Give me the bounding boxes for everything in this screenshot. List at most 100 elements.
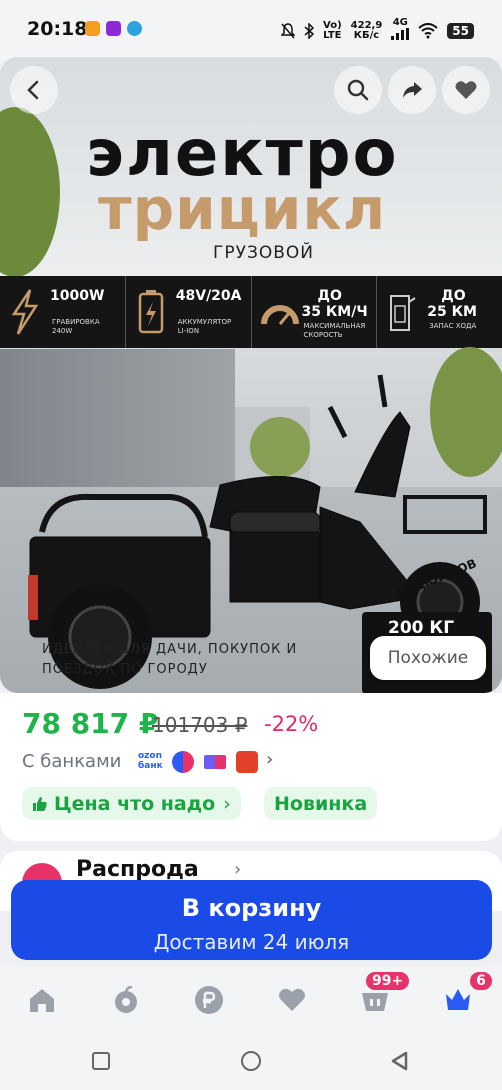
caption-line2: ПОЕЗДОК ПО ГОРОДУ [42,662,208,677]
chevron-right-icon: › [234,859,242,880]
spec-speed-label-2: СКОРОСТЬ [303,331,343,339]
fuel-icon [390,295,416,331]
similar-button[interactable]: Похожие [370,636,486,680]
bottom-nav: 99+ 6 [0,966,502,1036]
nav-favorites[interactable] [276,984,308,1016]
spec-range-label-1: ЗАПАС ХОДА [429,322,477,330]
speed-unit: КБ/с [353,29,380,41]
nav-fresh[interactable] [110,984,142,1016]
spec-speed-value: ДО 35 КМ/Ч [302,288,368,320]
wifi-icon [418,22,438,38]
home-system-button[interactable] [241,1051,261,1071]
spec-speed-amount: 35 КМ/Ч [301,304,368,320]
share-icon [403,82,422,98]
promo-title: Распрода [76,857,199,882]
search-button[interactable] [334,66,382,114]
nav-finance[interactable] [193,984,225,1016]
signal-icon [391,28,410,40]
back-system-icon[interactable] [390,1051,408,1071]
product-title-line2: трицикл [98,175,387,243]
spec-range-prefix: ДО [441,288,466,304]
lightning-icon [11,289,39,335]
spec-range: ДО 25 КМ ЗАПАС ХОДА [377,276,502,348]
signal-gen: 4G [392,17,408,28]
bank-logo-2-icon [204,755,226,769]
spec-speed: ДО 35 КМ/Ч МАКСИМАЛЬНАЯ СКОРОСТЬ [252,276,378,348]
network-type: Vo) LTE [323,19,342,41]
chevron-left-icon [27,80,39,100]
chevron-right-icon: › [223,792,231,815]
spec-battery-label-2: LI-ION [177,327,200,335]
thumbs-up-icon [33,796,47,811]
product-subtitle: ГРУЗОВОЙ [213,243,315,263]
heart-icon [279,988,305,1011]
favorite-button[interactable] [442,66,490,114]
banks-label[interactable]: С банками [22,751,121,772]
network-speed: 422,9 КБ/с [350,19,383,41]
spec-power: 1000W ГРАВИРОВКА 240W [0,276,126,348]
old-price: 101703 ₽ [152,713,248,737]
spec-power-value: 1000W [50,288,105,304]
spec-power-label-2: 240W [52,327,73,335]
spec-battery-label-1: АККУМУЛЯТОР [177,318,232,326]
chevron-right-icon[interactable]: › [266,749,273,770]
app-notification-icon [85,21,100,36]
spec-battery: 48V/20A АККУМУЛЯТОР LI-ION [126,276,252,348]
product-image[interactable]: электро трицикл ГРУЗОВОЙ 1000W ГРАВИРОВК… [0,57,502,693]
search-icon [347,79,369,101]
notification-icons [85,21,142,36]
status-time: 20:18 [27,18,88,40]
new-tag[interactable]: Новинка [264,787,378,820]
back-button[interactable] [10,66,58,114]
mute-icon [281,22,296,38]
speedometer-icon [260,305,299,325]
telegram-icon [127,21,142,36]
current-price: 78 817 ₽ [22,707,159,740]
nav-home[interactable] [26,984,58,1016]
status-indicators: Vo) LTE 422,9 КБ/с 4G 55 [281,18,474,43]
price-ok-tag[interactable]: Цена что надо › [22,787,241,820]
spec-speed-label: МАКСИМАЛЬНАЯ СКОРОСТЬ [304,322,366,340]
spec-power-label-1: ГРАВИРОВКА [52,318,100,326]
add-to-cart-label: В корзину [181,894,322,922]
recents-button[interactable] [92,1052,110,1070]
caption-line1: ИДЕАЛЕН ДЛЯ ДАЧИ, ПОКУПОК И [42,642,298,657]
crown-icon [446,989,470,1010]
ruble-icon [195,986,223,1014]
heart-icon [455,81,477,99]
ozon-bank-line1: ozon [138,751,163,761]
bluetooth-icon [304,22,315,39]
spec-speed-prefix: ДО [317,288,342,304]
spec-range-value: ДО 25 КМ [427,288,477,320]
price-card: 78 817 ₽ 101703 ₽ -22% С банками ozon бан… [0,693,502,841]
status-bar: 20:18 Vo) LTE 422,9 КБ/с 4G 55 [0,0,502,60]
spec-power-label: ГРАВИРОВКА 240W [52,318,100,336]
ozon-bank-logo: ozon банк [138,751,163,771]
price-ok-label: Цена что надо [54,792,216,815]
home-icon [30,989,54,1012]
cart-count-badge: 99+ [364,970,412,992]
add-to-cart-button[interactable]: В корзину Доставим 24 июля [11,880,492,960]
product-caption: ИДЕАЛЕН ДЛЯ ДАЧИ, ПОКУПОК И ПОЕЗДОК ПО Г… [42,640,297,680]
net-type-top: Vo) [323,19,342,31]
signal-strength: 4G [391,17,410,43]
system-navigation [0,1036,502,1090]
ozon-bank-line2: банк [138,761,163,771]
bank-logo-1-icon [172,751,194,773]
net-type-bottom: LTE [323,29,342,41]
bank-icons[interactable] [172,751,258,773]
speed-value: 422,9 [350,19,383,31]
spec-battery-value: 48V/20A [175,288,242,304]
spec-speed-label-1: МАКСИМАЛЬНАЯ [303,322,366,330]
profile-badge: 6 [468,970,494,992]
spec-range-amount: 25 КМ [427,304,477,320]
spec-band: 1000W ГРАВИРОВКА 240W 48V/20A АККУМУЛЯТОР… [0,276,502,348]
nav-profile[interactable] [442,984,474,1016]
battery-indicator: 55 [447,22,474,39]
discount-badge: -22% [264,712,319,736]
share-button[interactable] [388,66,436,114]
wildberries-icon [106,21,121,36]
bank-logo-3-icon [236,751,258,773]
spec-battery-label: АККУМУЛЯТОР LI-ION [178,318,231,336]
fruit-icon [115,986,137,1013]
